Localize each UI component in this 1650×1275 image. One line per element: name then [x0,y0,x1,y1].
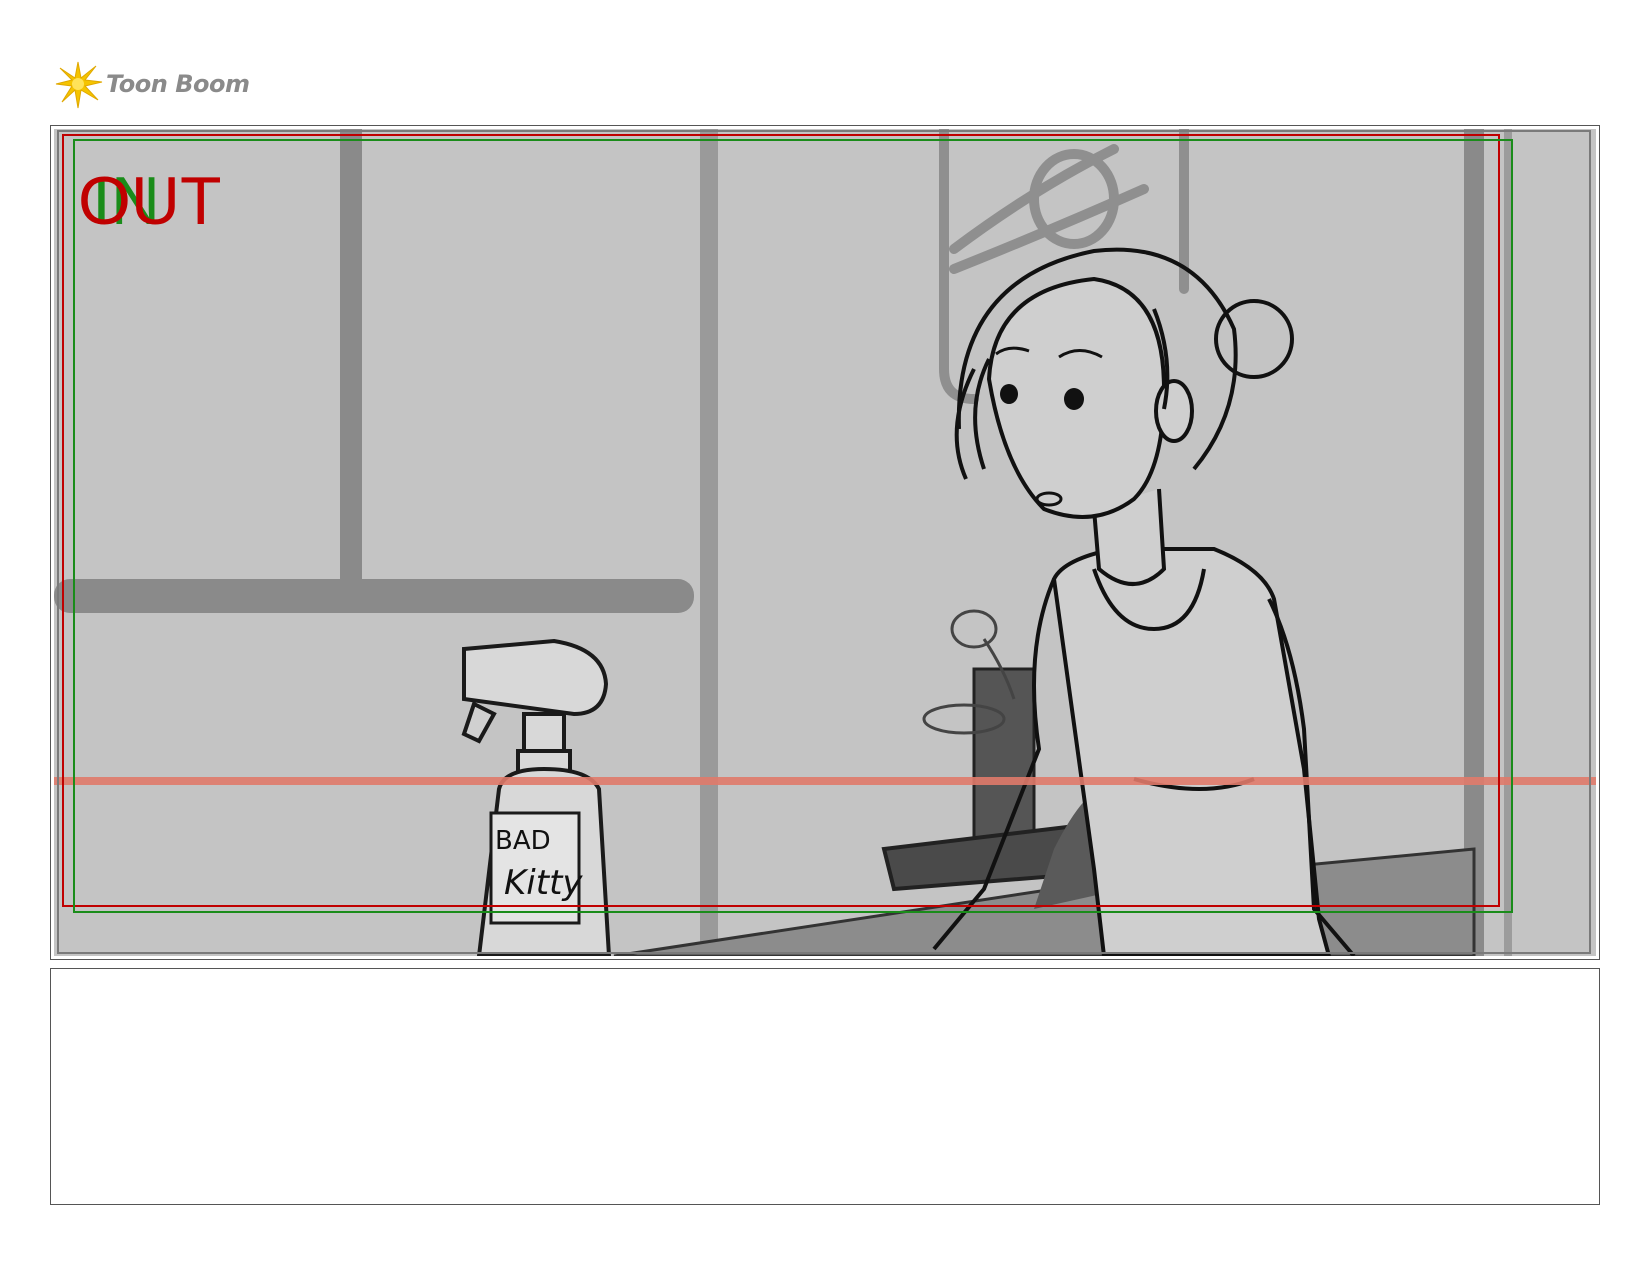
overlay-out-label: OUT [78,163,222,239]
wall-edge-right-2 [1504,129,1512,956]
window-post-1 [340,129,362,589]
toon-boom-logo: Toon Boom [52,56,292,112]
logo-text: Toon Boom [106,70,250,98]
panel-drawing: BAD Kitty IN OUT [54,129,1596,956]
horizon-guide-line [54,777,1596,785]
window-sill [54,579,694,613]
chair-back [972,667,1036,851]
window-post-2 [700,129,718,956]
starburst-icon [55,61,103,109]
caption-box[interactable] [50,968,1600,1205]
panel-background [54,129,1596,956]
bottle-label-line1: BAD [495,826,551,856]
storyboard-panel[interactable]: BAD Kitty IN OUT [50,125,1600,960]
bottle-label-line2: Kitty [504,863,583,903]
wall-edge-right [1464,129,1484,956]
